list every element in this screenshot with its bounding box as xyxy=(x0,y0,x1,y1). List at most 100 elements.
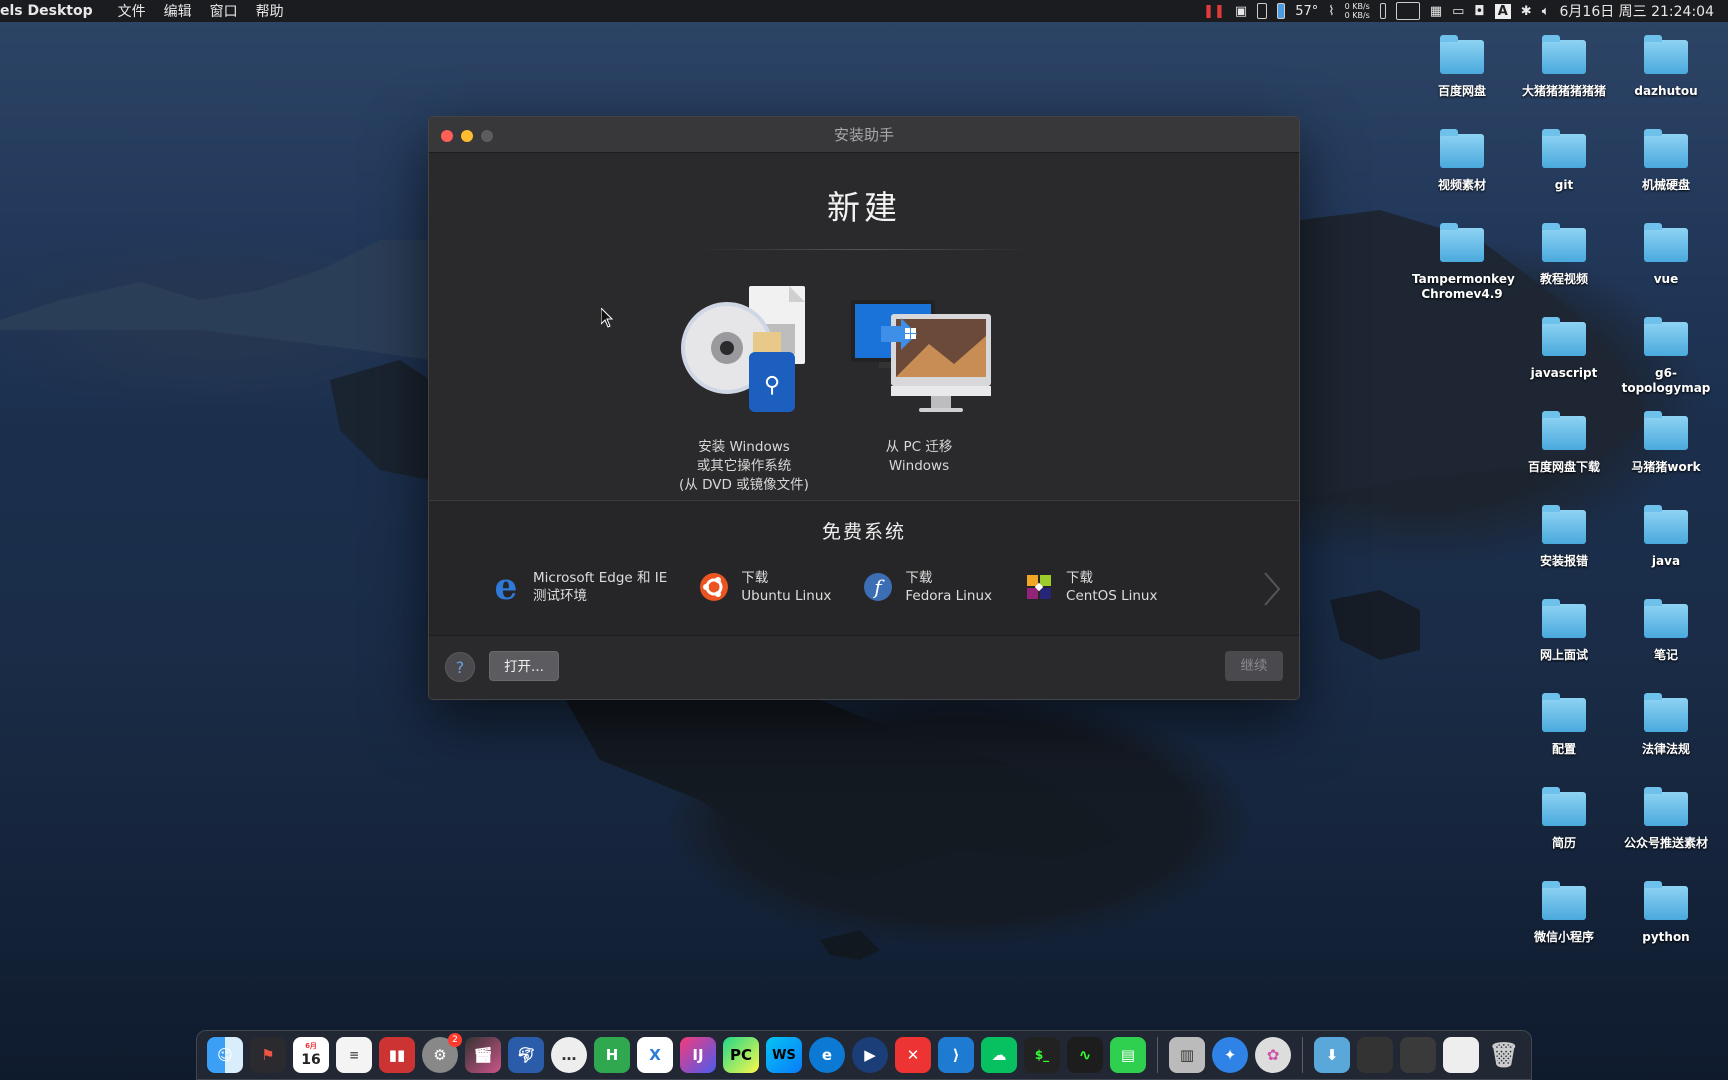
trash-icon[interactable]: 🗑︎ xyxy=(1486,1037,1522,1073)
migrate-from-pc-option[interactable]: 从 PC 迁移 Windows xyxy=(839,274,999,476)
free-item-line2: Ubuntu Linux xyxy=(741,588,832,604)
launchpad-icon[interactable]: ⚑ xyxy=(250,1037,286,1073)
free-item-line1: Microsoft Edge 和 IE xyxy=(533,570,668,586)
cpu-graph-icon[interactable] xyxy=(1395,2,1420,20)
temperature-text[interactable]: 57° xyxy=(1295,4,1318,19)
volume-icon[interactable]: 🔈︎ xyxy=(1542,4,1550,19)
photos-icon[interactable]: ✿ xyxy=(1255,1037,1291,1073)
dvd-usb-icon: ⚲ xyxy=(669,274,819,424)
ubuntu-icon xyxy=(697,570,731,604)
install-windows-line1: 安装 Windows xyxy=(698,439,790,455)
system-preferences-icon[interactable]: ⚙ 2 xyxy=(422,1033,462,1073)
pause-icon[interactable]: ❚❚ xyxy=(1203,4,1225,19)
final-cut-icon[interactable]: 🎬︎ xyxy=(465,1037,501,1073)
archive-utility-icon[interactable]: ▥ xyxy=(1169,1037,1205,1073)
bluetooth-icon[interactable]: ✱ xyxy=(1521,4,1532,19)
menu-help[interactable]: 帮助 xyxy=(247,1,293,21)
desktop-folder-python[interactable]: python xyxy=(1616,881,1716,945)
document-stack-icon[interactable] xyxy=(1357,1037,1393,1073)
safari-icon[interactable]: ✦ xyxy=(1212,1037,1248,1073)
desktop-folder-vue[interactable]: vue xyxy=(1616,223,1716,287)
app-menu[interactable]: els Desktop xyxy=(0,3,109,19)
intellij-icon[interactable]: IJ xyxy=(680,1037,716,1073)
grid-icon[interactable]: ▦ xyxy=(1430,4,1442,19)
desktop-folder-git[interactable]: git xyxy=(1514,129,1614,193)
notification-badge: 2 xyxy=(448,1033,462,1047)
xmind-x-icon[interactable]: X xyxy=(637,1037,673,1073)
close-button[interactable] xyxy=(441,130,453,142)
desktop-folder-java[interactable]: java xyxy=(1616,505,1716,569)
hbuilder-icon[interactable]: H xyxy=(594,1037,630,1073)
battery-icon xyxy=(1257,3,1268,19)
free-item-centos[interactable]: 下载 CentOS Linux xyxy=(1022,569,1157,605)
messages-icon[interactable]: … xyxy=(551,1037,587,1073)
desktop-folder-dazhuzhu[interactable]: 大猪猪猪猪猪猪 xyxy=(1514,35,1614,99)
free-item-edge[interactable]: e Microsoft Edge 和 IE 测试环境 xyxy=(489,569,668,605)
quicktime-icon[interactable]: ▶ xyxy=(852,1037,888,1073)
desktop-folder-tutorial[interactable]: 教程视频 xyxy=(1514,223,1614,287)
reminders-icon[interactable]: ≡ xyxy=(336,1037,372,1073)
folder-icon xyxy=(1542,411,1586,450)
folder-icon xyxy=(1542,35,1586,74)
desktop-folder-notes[interactable]: 笔记 xyxy=(1616,599,1716,663)
mouse-cursor-icon xyxy=(601,308,613,328)
downloads-folder-icon[interactable]: ⬇ xyxy=(1314,1037,1350,1073)
open-button[interactable]: 打开... xyxy=(489,651,559,681)
network-stats[interactable]: 0 KB/s 0 KB/s xyxy=(1345,2,1370,20)
minimize-button[interactable] xyxy=(461,130,473,142)
input-method-icon[interactable]: A xyxy=(1494,3,1511,19)
continue-button[interactable]: 继续 xyxy=(1225,651,1283,681)
zoom-button[interactable] xyxy=(481,130,493,142)
folder-label: 网上面试 xyxy=(1539,648,1588,662)
display-icon[interactable]: ▭ xyxy=(1452,4,1464,19)
menu-window[interactable]: 窗口 xyxy=(201,1,247,21)
clock-text[interactable]: 6月16日 周三 21:24:04 xyxy=(1560,1,1715,21)
calendar-icon[interactable]: 6月 16 xyxy=(293,1037,329,1073)
preview-stack-icon[interactable] xyxy=(1443,1037,1479,1073)
chevron-right-icon[interactable] xyxy=(1261,571,1281,607)
desktop-folder-baidu-download[interactable]: 百度网盘下载 xyxy=(1514,411,1614,475)
free-item-ubuntu[interactable]: 下载 Ubuntu Linux xyxy=(697,569,831,605)
notes-icon[interactable]: ▤ xyxy=(1110,1037,1146,1073)
menu-edit[interactable]: 编辑 xyxy=(155,1,201,21)
desktop-folder-interview[interactable]: 网上面试 xyxy=(1514,599,1614,663)
help-button[interactable]: ? xyxy=(445,652,475,682)
menu-file[interactable]: 文件 xyxy=(109,1,155,21)
screenshot-stack-icon[interactable] xyxy=(1400,1037,1436,1073)
desktop-folder-g6[interactable]: g6-topologymap xyxy=(1616,317,1716,396)
webstorm-icon[interactable]: WS xyxy=(766,1037,802,1073)
activity-monitor-icon[interactable]: ∿ xyxy=(1067,1037,1103,1073)
desktop-folder-law[interactable]: 法律法规 xyxy=(1616,693,1716,757)
desktop-folder-hdd[interactable]: 机械硬盘 xyxy=(1616,129,1716,193)
desktop-folder-work[interactable]: 马猪猪work xyxy=(1616,411,1716,475)
desktop-folder-wechat-material[interactable]: 公众号推送素材 xyxy=(1616,787,1716,851)
desktop-folder-video[interactable]: 视频素材 xyxy=(1412,129,1512,193)
folder-icon xyxy=(1542,505,1586,544)
vscode-icon[interactable]: ⟩ xyxy=(938,1037,974,1073)
install-windows-option[interactable]: ⚲ 安装 Windows 或其它操作系统 (从 DVD 或镜像文件) xyxy=(669,274,819,495)
finder-icon[interactable]: ☺ xyxy=(207,1037,243,1073)
free-item-fedora[interactable]: f 下载 Fedora Linux xyxy=(861,569,992,605)
desktop-folder-config[interactable]: 配置 xyxy=(1514,693,1614,757)
camera-icon[interactable]: ▣ xyxy=(1235,4,1247,19)
desktop-folder-baidu[interactable]: 百度网盘 xyxy=(1412,35,1512,99)
status-area: ❚❚ ▣ 57° ⌇ 0 KB/s 0 KB/s ▦ ▭ ◘ A ✱ 🔈︎ 6月1… xyxy=(1203,0,1728,22)
desktop-folder-tampermonkey[interactable]: Tampermonkey Chromev4.9 xyxy=(1412,223,1515,302)
desktop-folder-miniprogram[interactable]: 微信小程序 xyxy=(1514,881,1614,945)
pycharm-icon[interactable]: PC xyxy=(723,1037,759,1073)
edge-icon[interactable]: e xyxy=(809,1037,845,1073)
desktop-folder-dazhutou[interactable]: dazhutou xyxy=(1616,35,1716,99)
fan-icon[interactable]: ⌇ xyxy=(1328,4,1334,19)
window-titlebar[interactable]: 安装助手 xyxy=(429,117,1299,153)
parallels-icon[interactable]: ▮▮ xyxy=(379,1037,415,1073)
desktop-folder-install-errors[interactable]: 安装报错 xyxy=(1514,505,1614,569)
folder-icon xyxy=(1542,129,1586,168)
screen-record-icon[interactable]: ◘ xyxy=(1474,4,1484,19)
centos-icon xyxy=(1022,570,1056,604)
xmind-icon[interactable]: ✕ xyxy=(895,1037,931,1073)
desktop-folder-resume[interactable]: 简历 xyxy=(1514,787,1614,851)
wechat-icon[interactable]: ☁ xyxy=(981,1037,1017,1073)
desktop-folder-javascript[interactable]: javascript xyxy=(1514,317,1614,381)
sequel-pro-icon[interactable]: 🐬︎ xyxy=(508,1037,544,1073)
terminal-icon[interactable]: $_ xyxy=(1024,1037,1060,1073)
